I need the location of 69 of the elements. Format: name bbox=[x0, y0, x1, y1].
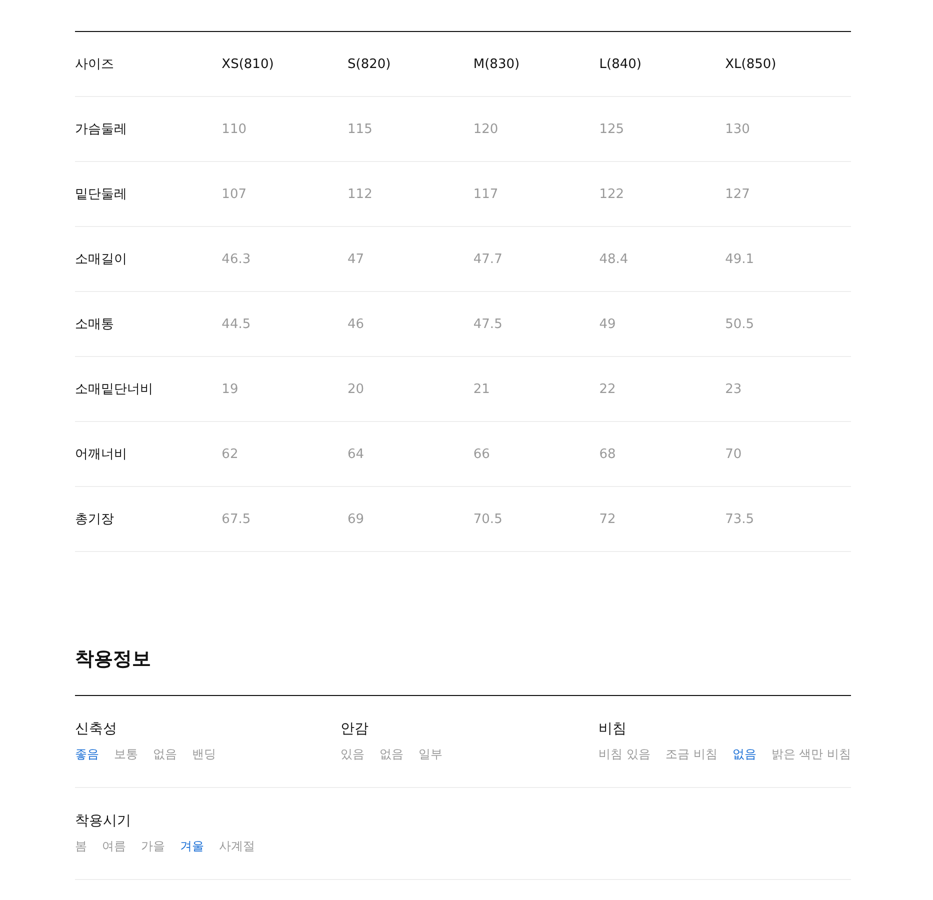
attribute-option: 좋음 bbox=[75, 746, 99, 763]
attribute-option: 가을 bbox=[141, 838, 165, 855]
attribute-option: 없음 bbox=[379, 746, 404, 763]
table-cell-text: 44.5 bbox=[222, 316, 252, 332]
row-label: 어깨너비 bbox=[75, 446, 128, 463]
table-cell-text: 62 bbox=[222, 446, 240, 462]
table-cell-text: 70.5 bbox=[473, 512, 504, 526]
table-cell-text: 47.5 bbox=[473, 316, 504, 332]
table-cell-text: 130 bbox=[725, 122, 751, 136]
attribute-option: 여름 bbox=[102, 838, 126, 855]
row-label: 총기장 bbox=[75, 511, 115, 528]
table-cell-text: 19 bbox=[222, 382, 240, 396]
attribute-label: 착용시기 bbox=[75, 812, 132, 830]
table-cell-text: 117 bbox=[473, 186, 500, 202]
row-label: 가슴둘레 bbox=[75, 121, 128, 138]
table-cell-text: 120 bbox=[473, 122, 500, 136]
row-label: 소매밑단너비 bbox=[75, 381, 154, 398]
table-cell-text: 49 bbox=[599, 316, 617, 332]
table-cell-text: 125 bbox=[599, 122, 626, 136]
attribute-option: 사계절 bbox=[219, 838, 255, 855]
column-header: S(820) bbox=[348, 56, 392, 72]
table-cell-text: 122 bbox=[599, 186, 626, 202]
table-cell-text: 112 bbox=[348, 186, 374, 202]
table-cell-text: 69 bbox=[348, 512, 366, 526]
row-label: 밑단둘레 bbox=[75, 186, 128, 203]
table-cell-text: 49.1 bbox=[725, 252, 756, 266]
column-header: 사이즈 bbox=[75, 56, 115, 73]
column-header: L(840) bbox=[599, 56, 642, 72]
table-cell-text: 110 bbox=[222, 122, 248, 136]
attribute-option: 일부 bbox=[418, 746, 442, 763]
table-cell-text: 115 bbox=[348, 122, 374, 136]
attribute-option: 비침 있음 bbox=[598, 746, 651, 763]
table-cell-text: 48.4 bbox=[599, 252, 630, 266]
table-cell-text: 21 bbox=[473, 382, 491, 396]
attribute-option: 밴딩 bbox=[192, 746, 216, 763]
attribute-option: 봄 bbox=[75, 838, 87, 855]
column-header: XL(850) bbox=[725, 56, 778, 72]
table-cell-text: 127 bbox=[725, 186, 751, 202]
table-cell-text: 64 bbox=[348, 446, 366, 462]
attribute-option: 없음 bbox=[732, 746, 756, 763]
table-cell-text: 20 bbox=[348, 382, 366, 396]
table-cell-text: 107 bbox=[222, 186, 248, 202]
table-cell-text: 67.5 bbox=[222, 512, 252, 526]
attribute-label: 신축성 bbox=[75, 720, 118, 738]
attribute-option: 밝은 색만 비침 bbox=[771, 746, 851, 763]
row-label: 소매통 bbox=[75, 316, 115, 333]
table-cell-text: 46.3 bbox=[222, 252, 252, 266]
attribute-option: 조금 비침 bbox=[666, 746, 718, 763]
table-cell-text: 23 bbox=[725, 382, 743, 396]
table-cell-text: 70 bbox=[725, 446, 743, 462]
section-title: 착용정보 bbox=[75, 646, 851, 696]
table-cell-text: 22 bbox=[599, 382, 617, 396]
table-cell-text: 66 bbox=[473, 446, 491, 462]
table-cell-text: 73.5 bbox=[725, 512, 756, 526]
attribute-option: 겨울 bbox=[180, 838, 204, 855]
column-header: XS(810) bbox=[222, 56, 275, 72]
table-cell-text: 47.7 bbox=[473, 252, 504, 266]
attribute-label: 비침 bbox=[598, 720, 628, 738]
table-cell-text: 47 bbox=[348, 252, 366, 266]
table-cell-text: 46 bbox=[348, 316, 366, 332]
table-cell-text: 50.5 bbox=[725, 316, 756, 332]
attribute-label: 안감 bbox=[340, 720, 370, 738]
attribute-option: 보통 bbox=[114, 746, 138, 763]
attribute-option: 없음 bbox=[153, 746, 177, 763]
table-cell-text: 68 bbox=[599, 446, 617, 462]
attribute-option: 있음 bbox=[340, 746, 364, 763]
table-cell-text: 72 bbox=[599, 512, 617, 526]
column-header: M(830) bbox=[473, 56, 521, 72]
row-label: 소매길이 bbox=[75, 251, 128, 268]
